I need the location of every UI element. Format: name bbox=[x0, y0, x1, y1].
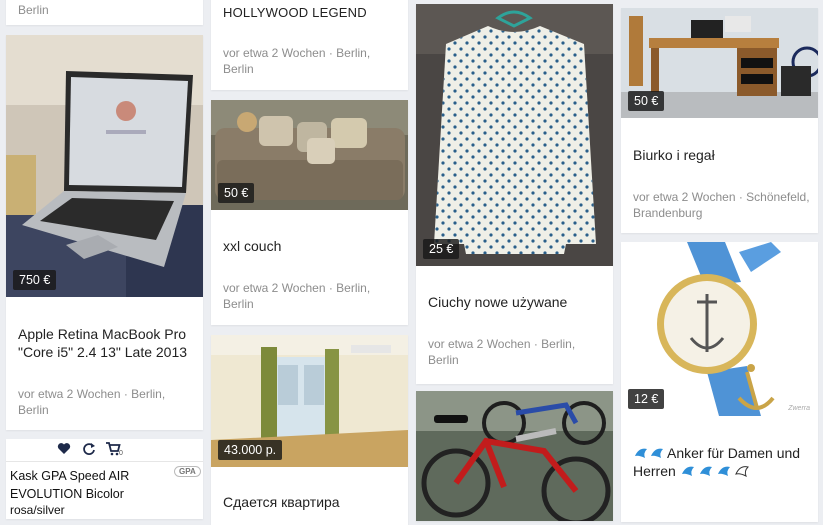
listing-meta: vor etwa 2 Wochen · Schönefeld, Brandenb… bbox=[633, 190, 810, 220]
listing-card-couch[interactable]: 50 € xxl couch vor etwa 2 Wochen · Berli… bbox=[211, 100, 408, 325]
listing-photo[interactable]: 50 € bbox=[211, 100, 408, 210]
listing-meta: vor etwa 2 Wochen · Berlin, Berlin bbox=[18, 387, 166, 417]
photo-watermark: Zwerra bbox=[788, 405, 810, 412]
price-badge: 50 € bbox=[218, 183, 255, 203]
product-icon-bar: 0 bbox=[6, 439, 203, 462]
listing-meta: vor etwa 2 Wochen · Berlin, Berlin bbox=[428, 337, 576, 367]
listing-title[interactable]: HOLLYWOOD LEGEND bbox=[223, 4, 398, 22]
product-title[interactable]: Kask GPA Speed AIR EVOLUTION Bicolor bbox=[10, 467, 138, 503]
dolphin-emoji-icon bbox=[633, 446, 667, 460]
listing-title[interactable]: Biurko i regał bbox=[633, 146, 808, 164]
listing-photo[interactable] bbox=[416, 391, 613, 521]
price-badge: 50 € bbox=[628, 91, 665, 111]
listing-meta: vor etwa 2 Wochen · Berlin, Berlin bbox=[223, 281, 371, 311]
price-badge: 12 € bbox=[628, 389, 665, 409]
listing-meta: vor etwa 2 Wochen · Berlin, Berlin bbox=[223, 46, 371, 76]
listing-photo[interactable]: 750 € bbox=[6, 35, 203, 297]
product-subtitle: rosa/silver bbox=[10, 503, 65, 517]
listing-title[interactable]: Apple Retina MacBook Pro "Core i5" 2.4 1… bbox=[18, 325, 193, 361]
refresh-icon[interactable] bbox=[82, 442, 96, 456]
listing-title[interactable]: Anker für Damen und Herren bbox=[633, 444, 808, 480]
cart-count: 0 bbox=[119, 450, 123, 457]
listing-card-kask[interactable]: 0 Kask GPA Speed AIR EVOLUTION Bicolor r… bbox=[6, 439, 203, 519]
price-badge: 25 € bbox=[423, 239, 460, 259]
listing-title[interactable]: Ciuchy nowe używane bbox=[428, 293, 603, 311]
listing-title[interactable]: Сдается квартира bbox=[223, 493, 398, 511]
listing-title[interactable]: xxl couch bbox=[223, 237, 398, 255]
listing-photo[interactable]: 12 € Zwerra bbox=[621, 242, 818, 416]
price-badge: 43.000 р. bbox=[218, 440, 283, 460]
listing-card-sweater[interactable]: 25 € Ciuchy nowe używane vor etwa 2 Woch… bbox=[416, 4, 613, 384]
listing-card-desk[interactable]: 50 € Biurko i regał vor etwa 2 Wochen · … bbox=[621, 8, 818, 233]
listing-card-hollywood[interactable]: HOLLYWOOD LEGEND vor etwa 2 Wochen · Ber… bbox=[211, 0, 408, 90]
brand-logo: GPA bbox=[174, 466, 201, 477]
listing-card-bikes[interactable] bbox=[416, 391, 613, 521]
dolphin-emoji-icon bbox=[680, 464, 756, 478]
listing-photo[interactable]: 25 € bbox=[416, 4, 613, 266]
listing-card-apartment[interactable]: 43.000 р. Сдается квартира bbox=[211, 335, 408, 525]
listing-photo[interactable]: 43.000 р. bbox=[211, 335, 408, 467]
listing-meta: Berlin bbox=[18, 3, 49, 17]
listing-card-macbook[interactable]: 750 € Apple Retina MacBook Pro "Core i5"… bbox=[6, 35, 203, 430]
listing-card-top-left[interactable]: Berlin bbox=[6, 0, 203, 25]
heart-icon[interactable] bbox=[57, 442, 71, 455]
listing-photo[interactable]: 50 € bbox=[621, 8, 818, 118]
listing-card-watch[interactable]: 12 € Zwerra Anker für Damen und Herren bbox=[621, 242, 818, 522]
price-badge: 750 € bbox=[13, 270, 57, 290]
